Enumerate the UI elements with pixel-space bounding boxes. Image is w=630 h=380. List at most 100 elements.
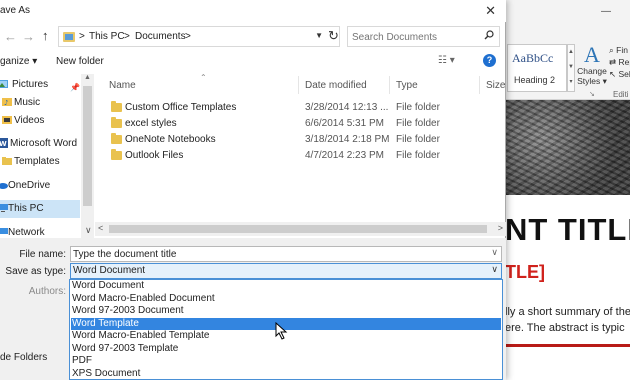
search-icon[interactable] xyxy=(484,30,494,40)
nav-item-label: Microsoft Word xyxy=(10,138,78,149)
type-option[interactable]: PDF xyxy=(71,355,501,368)
abstract-line: ere. The abstract is typic xyxy=(505,322,625,334)
styles-launcher-icon[interactable]: ↘ xyxy=(589,90,595,98)
file-name: excel styles xyxy=(125,118,177,129)
nav-item-label: This PC xyxy=(8,203,44,214)
breadcrumb-documents[interactable]: Documents xyxy=(135,31,186,42)
change-view-button[interactable]: ☷ ▾ xyxy=(438,55,455,66)
videos-icon xyxy=(2,116,12,124)
nav-item-pictures[interactable]: Pictures 📌 xyxy=(0,76,80,94)
address-history-chevron-icon[interactable]: ▼ xyxy=(315,31,323,40)
nav-item-music[interactable]: ♪ Music xyxy=(0,94,80,112)
organize-button[interactable]: ganize ▾ xyxy=(0,56,37,67)
change-styles-button[interactable]: A Change Styles ▾ xyxy=(575,44,609,92)
file-name-input[interactable] xyxy=(73,248,483,260)
scroll-up-icon[interactable]: ▲ xyxy=(84,74,91,81)
select-button[interactable]: ↖ Sel xyxy=(609,68,630,80)
svg-text:W: W xyxy=(0,140,7,148)
chevron-down-icon[interactable]: ∨ xyxy=(491,247,498,258)
change-styles-label-2: Styles ▾ xyxy=(577,76,607,86)
scroll-left-icon[interactable]: < xyxy=(98,223,103,233)
change-styles-icon: A xyxy=(584,42,600,67)
scrollbar-thumb[interactable] xyxy=(83,86,92,206)
save-as-type-select[interactable]: Word Document ∨ xyxy=(70,263,502,279)
breadcrumb-separator: > xyxy=(79,31,85,42)
navigation-pane-scrollbar[interactable]: ▲ xyxy=(81,74,94,238)
type-option[interactable]: XPS Document xyxy=(71,368,501,380)
file-name: Outlook Files xyxy=(125,150,184,161)
folder-icon xyxy=(111,133,122,144)
navigation-bar: ← → ↑ > This PC > Documents > ▼ ↻ xyxy=(0,25,506,49)
column-header-name[interactable]: Name xyxy=(109,80,136,91)
folder-icon xyxy=(2,157,12,165)
type-option[interactable]: Word 97-2003 Document xyxy=(71,305,501,318)
document-cover-image xyxy=(505,100,630,195)
chevron-down-icon[interactable]: ∨ xyxy=(491,264,498,275)
nav-item-onedrive[interactable]: OneDrive xyxy=(0,177,80,195)
breadcrumb-separator: > xyxy=(124,31,130,42)
find-button[interactable]: ⌕ Fin xyxy=(609,44,630,56)
file-date: 3/18/2014 2:18 PM xyxy=(305,134,390,145)
type-option[interactable]: Word Macro-Enabled Document xyxy=(71,293,501,306)
file-name-label: File name: xyxy=(19,249,66,260)
file-type: File folder xyxy=(396,102,440,113)
up-icon[interactable]: ↑ xyxy=(42,28,49,43)
search-input[interactable] xyxy=(352,30,477,44)
breadcrumb-this-pc[interactable]: This PC xyxy=(89,31,125,42)
nav-item-templates[interactable]: Templates xyxy=(0,153,80,171)
nav-item-microsoft-word[interactable]: W Microsoft Word xyxy=(0,135,80,153)
find-icon: ⌕ xyxy=(609,45,614,55)
dialog-titlebar: ave As ✕ xyxy=(0,0,506,22)
file-name-field[interactable]: ∨ xyxy=(70,246,502,262)
search-box[interactable] xyxy=(347,26,500,47)
new-folder-button[interactable]: New folder xyxy=(56,56,104,67)
save-as-type-value: Word Document xyxy=(73,265,146,276)
column-divider[interactable] xyxy=(298,76,299,94)
type-option[interactable]: Word Document xyxy=(71,280,501,293)
file-list: ⌃ Name Date modified Type Size Custom Of… xyxy=(95,73,506,220)
breadcrumb-separator: > xyxy=(185,31,191,42)
forward-icon[interactable]: → xyxy=(22,29,35,44)
column-header-date[interactable]: Date modified xyxy=(305,80,367,91)
computer-icon xyxy=(0,204,8,212)
word-window: — AaBbCc Heading 2 ▲ ▼ ▾ A Change Styles ▾… xyxy=(505,0,630,380)
nav-item-network[interactable]: Network xyxy=(0,224,80,238)
pictures-icon xyxy=(0,80,8,88)
file-list-horizontal-scrollbar[interactable]: < > xyxy=(95,222,506,236)
authors-label: Authors: xyxy=(28,286,66,297)
style-heading2-tile[interactable]: AaBbCc Heading 2 xyxy=(507,44,567,92)
word-icon: W xyxy=(0,138,8,148)
file-type: File folder xyxy=(396,150,440,161)
file-row[interactable]: Custom Office Templates 3/28/2014 12:13 … xyxy=(105,100,500,116)
type-option[interactable]: Word 97-2003 Template xyxy=(71,343,501,356)
column-divider[interactable] xyxy=(389,76,390,94)
column-header-size[interactable]: Size xyxy=(486,80,505,91)
nav-item-label: Videos xyxy=(14,115,45,126)
dialog-title: ave As xyxy=(0,5,31,16)
help-icon[interactable]: ? xyxy=(483,54,496,67)
scrollbar-thumb[interactable] xyxy=(109,225,487,233)
nav-item-this-pc[interactable]: This PC xyxy=(0,200,80,218)
styles-scroll[interactable]: ▲ ▼ ▾ xyxy=(567,44,575,92)
file-name: Custom Office Templates xyxy=(125,102,237,113)
sort-ascending-icon: ⌃ xyxy=(200,73,207,82)
file-row[interactable]: OneNote Notebooks 3/18/2014 2:18 PM File… xyxy=(105,132,500,148)
address-bar[interactable]: > This PC > Documents > ▼ xyxy=(58,26,340,47)
replace-button[interactable]: ⇄ Rep xyxy=(609,56,630,68)
scroll-right-icon[interactable]: > xyxy=(498,223,503,233)
nav-scroll-down-icon[interactable]: ∨ xyxy=(85,225,92,236)
folder-icon xyxy=(111,101,122,112)
back-icon[interactable]: ← xyxy=(4,29,17,44)
hide-folders-button[interactable]: de Folders xyxy=(0,352,47,363)
close-icon[interactable]: ✕ xyxy=(485,3,496,19)
nav-item-videos[interactable]: Videos xyxy=(0,112,80,130)
file-row[interactable]: Outlook Files 4/7/2014 2:23 PM File fold… xyxy=(105,148,500,164)
pin-icon[interactable]: 📌 xyxy=(70,83,80,92)
save-as-dialog: ave As ✕ ← → ↑ > This PC > Documents > ▼… xyxy=(0,0,506,380)
column-divider[interactable] xyxy=(479,76,480,94)
find-label: Fin xyxy=(616,45,628,55)
minimize-icon[interactable]: — xyxy=(601,6,611,17)
file-row[interactable]: excel styles 6/6/2014 5:31 PM File folde… xyxy=(105,116,500,132)
column-header-type[interactable]: Type xyxy=(396,80,418,91)
refresh-icon[interactable]: ↻ xyxy=(328,28,339,44)
